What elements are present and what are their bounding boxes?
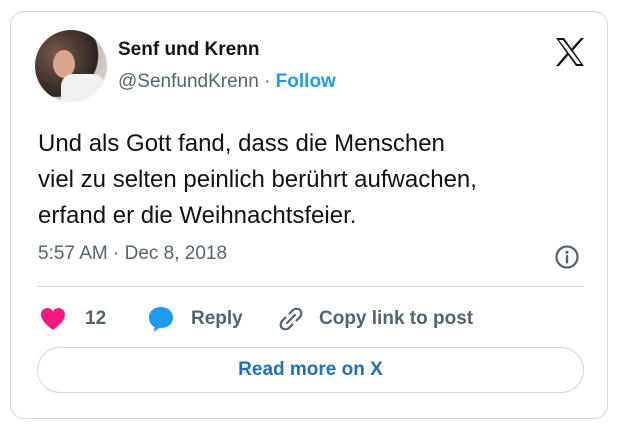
author-handle-line: @SenfundKrenn · Follow [118, 71, 336, 93]
timestamp-separator: · [113, 243, 120, 264]
like-count: 12 [85, 308, 107, 329]
info-circle-icon[interactable] [554, 244, 580, 270]
heart-icon [39, 306, 67, 332]
x-logo-icon[interactable] [554, 36, 586, 68]
speech-bubble-icon [147, 305, 175, 333]
handle-separator: · [264, 71, 271, 92]
copy-link-label: Copy link to post [319, 308, 474, 329]
avatar-shirt [61, 74, 105, 102]
read-more-button[interactable]: Read more on X [37, 347, 584, 393]
embedded-post-card: Senf und Krenn @SenfundKrenn · Follow Un… [10, 11, 608, 419]
post-time: 5:57 AM [38, 243, 108, 264]
copy-link-button[interactable]: Copy link to post [277, 304, 473, 334]
reply-label: Reply [191, 308, 243, 329]
reply-button[interactable]: Reply [147, 304, 243, 334]
follow-button[interactable]: Follow [276, 71, 336, 92]
author-name[interactable]: Senf und Krenn [118, 39, 259, 61]
avatar[interactable] [35, 30, 107, 102]
post-text-line: erfand er die Weihnachtsfeier. [38, 202, 357, 229]
post-timestamp[interactable]: 5:57 AM · Dec 8, 2018 [38, 243, 227, 265]
link-icon [277, 305, 305, 333]
like-button[interactable]: 12 [39, 304, 106, 334]
post-text-line: viel zu selten peinlich berührt aufwache… [38, 166, 477, 193]
author-handle[interactable]: @SenfundKrenn [118, 71, 259, 92]
divider [37, 286, 583, 287]
post-date: Dec 8, 2018 [124, 243, 228, 264]
post-text-line: Und als Gott fand, dass die Menschen [38, 130, 445, 157]
post-text: Und als Gott fand, dass die Menschen vie… [38, 126, 598, 234]
